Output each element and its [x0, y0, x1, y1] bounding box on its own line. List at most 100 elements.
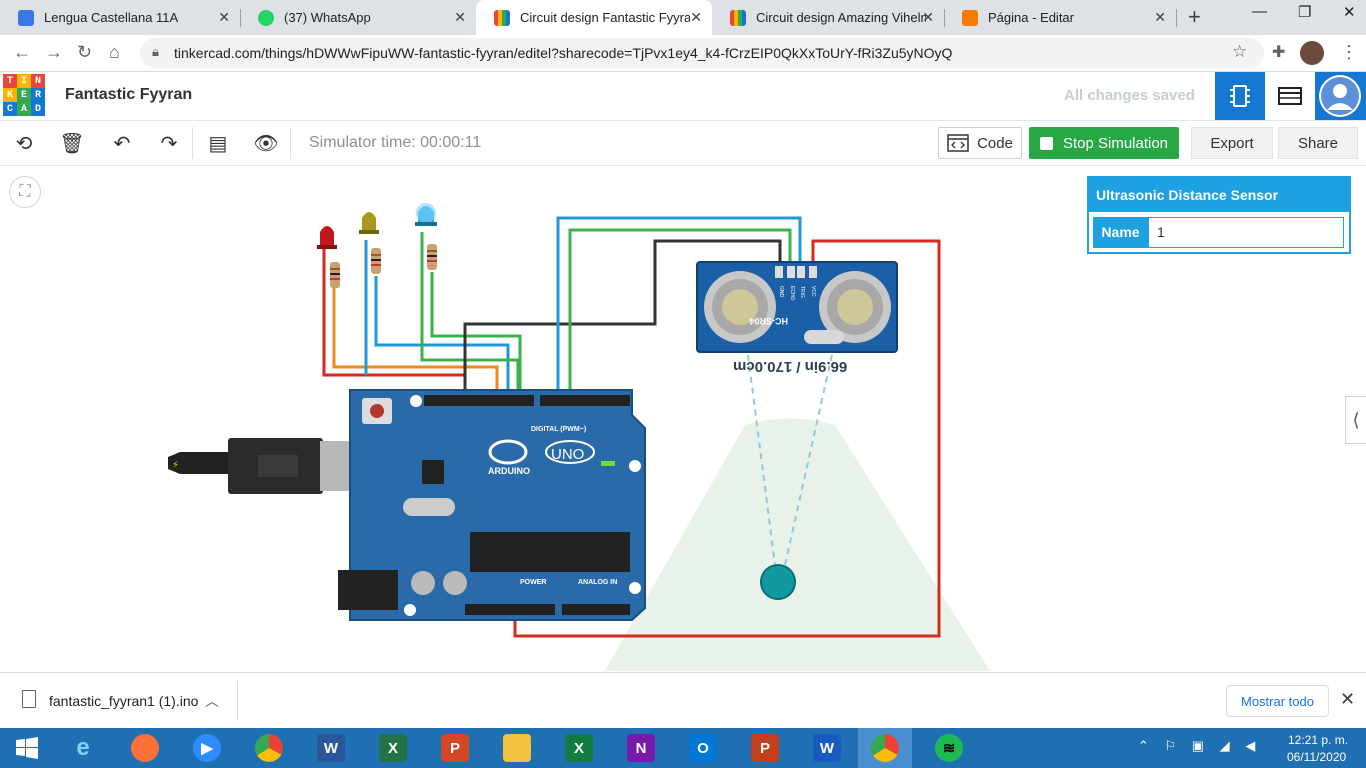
pin-label: GND — [778, 286, 784, 298]
taskbar-excel[interactable]: X — [366, 728, 420, 768]
close-tab-icon[interactable]: ✕ — [218, 9, 230, 26]
share-button[interactable]: Share — [1278, 127, 1358, 159]
analog-header-label: ANALOG IN — [578, 579, 617, 586]
taskbar-excel-2[interactable]: X — [552, 728, 606, 768]
taskbar-word[interactable]: W — [304, 728, 358, 768]
excel-icon: X — [565, 734, 593, 762]
close-window-button[interactable]: ✕ — [1343, 3, 1356, 21]
browser-nav-bar: ← → ↻ ⌂ 🔒︎ tinkercad.com/things/hDWWwFip… — [0, 35, 1366, 72]
tab-lengua-castellana[interactable]: Lengua Castellana 11A ✕ — [0, 0, 241, 35]
taskbar-word-2[interactable]: W — [800, 728, 854, 768]
taskbar-powerpoint[interactable]: P — [428, 728, 482, 768]
taskbar-firefox[interactable] — [118, 728, 172, 768]
close-download-bar-icon[interactable]: ✕ — [1340, 689, 1355, 710]
tab-pagina-editar[interactable]: Página - Editar ✕ — [944, 0, 1177, 35]
notes-icon[interactable]: ▤ — [204, 131, 232, 156]
wire-red-led[interactable] — [322, 245, 467, 400]
tab-circuit-amazing-vihelmo[interactable]: Circuit design Amazing Vihelmo ✕ — [712, 0, 945, 35]
classroom-icon — [18, 9, 34, 26]
panel-toggle-button[interactable]: ⟨ — [1345, 396, 1366, 444]
close-tab-icon[interactable]: ✕ — [1154, 9, 1166, 26]
export-button[interactable]: Export — [1191, 127, 1273, 159]
close-tab-icon[interactable]: ✕ — [454, 9, 466, 26]
code-button[interactable]: Code — [938, 127, 1022, 159]
taskbar-chrome[interactable] — [242, 728, 296, 768]
wire-blue[interactable] — [374, 276, 510, 400]
browser-menu-icon[interactable]: ⋮ — [1340, 42, 1358, 63]
taskbar-edge[interactable]: e — [56, 728, 110, 768]
logo-letter: A — [17, 102, 31, 116]
logo-letter: I — [17, 74, 31, 88]
undo-icon[interactable]: ↶ — [108, 131, 136, 156]
name-input[interactable]: 1 — [1148, 217, 1344, 248]
clock-time[interactable]: 12:21 p. m. — [1288, 733, 1348, 747]
led-red[interactable] — [317, 226, 340, 288]
taskbar-onenote[interactable]: N — [614, 728, 668, 768]
tab-circuit-fantastic-fyyran[interactable]: Circuit design Fantastic Fyyran | ✕ — [476, 0, 712, 35]
new-tab-button[interactable]: + — [1188, 4, 1201, 30]
start-button[interactable] — [0, 728, 54, 768]
lock-icon[interactable]: 🔒︎ — [152, 44, 159, 60]
profile-avatar[interactable] — [1300, 41, 1324, 65]
distance-readout: 66.9in / 170.0cm — [733, 358, 848, 375]
tab-title: (37) WhatsApp — [284, 10, 371, 25]
tab-title: Circuit design Fantastic Fyyran | — [520, 10, 690, 25]
taskbar-spotify[interactable]: ≋ — [922, 728, 976, 768]
url-text[interactable]: tinkercad.com/things/hDWWwFipuWW-fantast… — [174, 45, 952, 61]
visibility-eye-icon[interactable]: 👁︎ — [252, 131, 280, 156]
inspector-title: Ultrasonic Distance Sensor — [1089, 178, 1349, 212]
toolbar-divider — [290, 127, 291, 159]
spotify-icon: ≋ — [935, 734, 963, 762]
edge-icon: e — [76, 734, 90, 761]
circuit-view-button[interactable] — [1215, 72, 1265, 120]
taskbar-chrome-active[interactable] — [858, 728, 912, 768]
ultrasonic-sensor[interactable]: HC-SR04 GND ECHO TRIG VCC — [696, 261, 898, 353]
simulator-time: Simulator time: 00:00:11 — [309, 134, 482, 151]
show-all-downloads-button[interactable]: Mostrar todo — [1226, 685, 1329, 717]
chevron-up-icon[interactable]: ︿ — [205, 691, 219, 711]
taskbar-outlook[interactable]: O — [676, 728, 730, 768]
whatsapp-icon — [258, 9, 274, 26]
close-tab-icon[interactable]: ✕ — [922, 9, 934, 26]
download-file-name[interactable]: fantastic_fyyran1 (1).ino — [49, 693, 198, 709]
taskbar-file-explorer[interactable] — [490, 728, 544, 768]
restore-button[interactable]: ❐ — [1298, 3, 1311, 21]
back-button[interactable]: ← — [13, 42, 31, 63]
taskbar-powerpoint-2[interactable]: P — [738, 728, 792, 768]
led-yellow[interactable] — [359, 212, 381, 274]
tinkercad-logo[interactable]: T I N K E R C A D — [3, 74, 45, 116]
arduino-uno-board[interactable]: ARDUINO UNO DIGITAL (PWM~) POWER ANALOG … — [338, 389, 646, 621]
taskbar-zoom[interactable]: ▶ — [180, 728, 234, 768]
forward-button[interactable]: → — [45, 42, 63, 63]
inspector-panel: Ultrasonic Distance Sensor Name 1 — [1087, 176, 1351, 254]
home-button[interactable]: ⌂ — [109, 42, 120, 63]
tab-separator — [1176, 9, 1177, 27]
minimize-button[interactable]: — — [1252, 3, 1267, 20]
address-bar[interactable]: 🔒︎ tinkercad.com/things/hDWWwFipuWW-fant… — [140, 38, 1264, 68]
svg-text:⚡: ⚡ — [172, 460, 179, 471]
delete-icon[interactable]: 🗑︎ — [58, 131, 86, 156]
led-blue[interactable] — [415, 203, 437, 270]
onenote-icon: N — [627, 734, 655, 762]
target-object[interactable] — [760, 564, 796, 600]
system-tray[interactable]: ⌃ ⚐ ▣ ◢ ◀ — [1138, 738, 1261, 754]
component-list-button[interactable] — [1265, 72, 1315, 120]
circuit-workspace[interactable]: ⛶ HC-SR04 GND ECHO TRIG VCC ⚡ ARDUINO UN… — [0, 166, 1366, 671]
stop-simulation-button[interactable]: Stop Simulation — [1029, 127, 1179, 159]
stop-icon — [1039, 136, 1053, 150]
user-avatar[interactable] — [1315, 72, 1366, 120]
extensions-icon[interactable]: ✚ — [1272, 42, 1285, 62]
rotate-icon[interactable]: ⟲ — [10, 131, 38, 156]
close-tab-icon[interactable]: ✕ — [690, 9, 702, 26]
sensor-detection-area — [605, 418, 990, 671]
bookmark-star-icon[interactable]: ☆ — [1232, 42, 1247, 62]
reload-button[interactable]: ↻ — [77, 42, 92, 63]
clock-date[interactable]: 06/11/2020 — [1287, 750, 1346, 764]
outlook-icon: O — [689, 734, 717, 762]
wire-orange[interactable] — [332, 285, 499, 400]
design-title[interactable]: Fantastic Fyyran — [65, 86, 192, 104]
tab-whatsapp[interactable]: (37) WhatsApp ✕ — [240, 0, 476, 35]
digital-header-label: DIGITAL (PWM~) — [531, 426, 586, 433]
redo-icon[interactable]: ↷ — [155, 131, 183, 156]
stop-label: Stop Simulation — [1062, 134, 1169, 152]
